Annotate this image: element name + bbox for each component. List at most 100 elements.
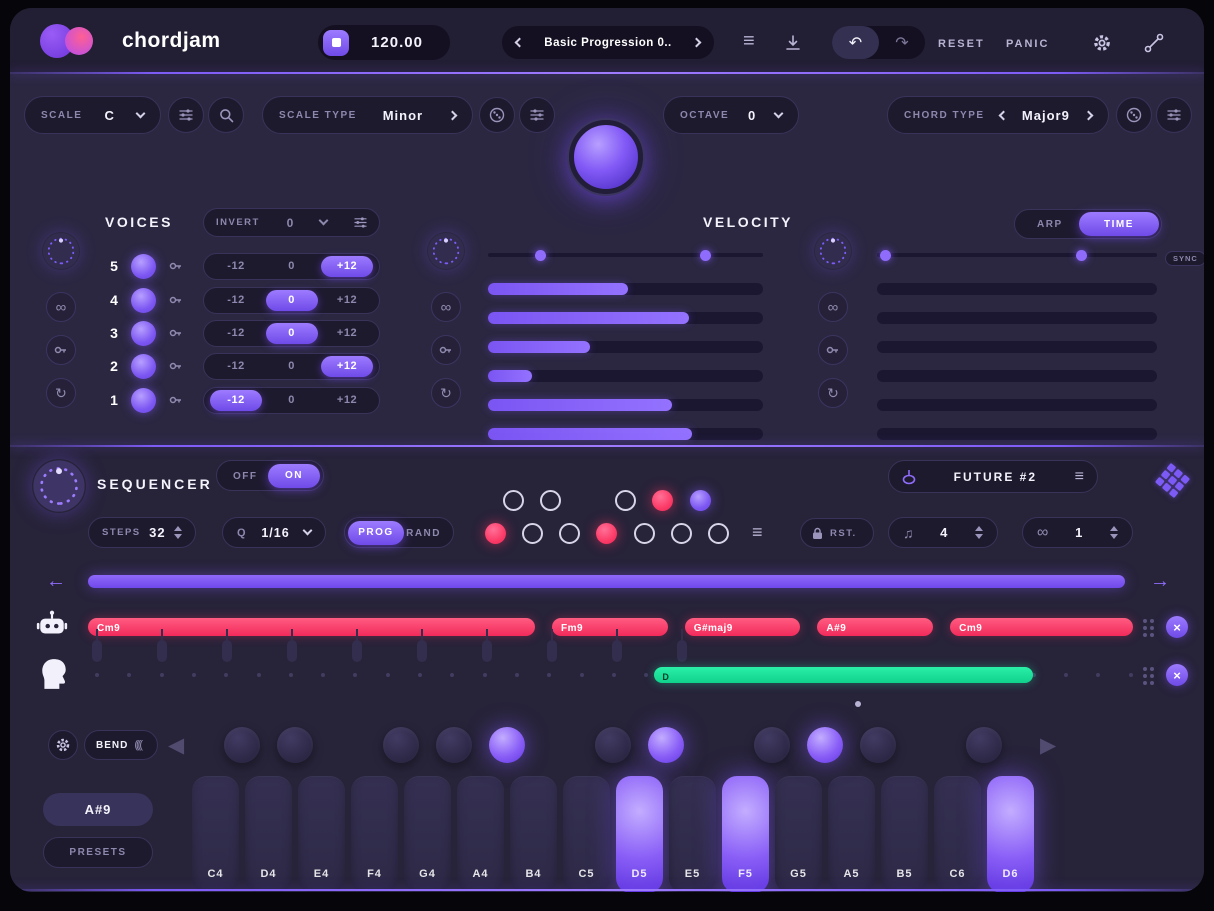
octave-option[interactable]: -12 [210,389,262,411]
on-option[interactable]: ON [268,463,320,488]
chord-block[interactable]: Cm9 [950,618,1133,636]
voice-toggle[interactable] [131,320,156,346]
piano-key-A5[interactable]: A5 [828,776,875,892]
sequencer-preset-selector[interactable]: FUTURE #2 ≡ [888,460,1098,493]
chord-track-clear-button[interactable]: × [1166,616,1188,638]
chord-block[interactable]: G#maj9 [684,618,800,636]
stepper-icon[interactable] [974,526,983,539]
undo-button[interactable]: ↶ [832,26,879,59]
stepper-icon[interactable] [174,526,182,539]
timeline-zoom-bar[interactable] [88,575,1125,588]
octave-option[interactable]: -12 [210,323,262,344]
rate-stepper[interactable]: ♫ 4 [888,517,998,548]
loop-stepper[interactable]: ∞ 1 [1022,517,1133,548]
black-key-C#4[interactable] [224,727,260,763]
reset-button[interactable]: RESET [938,38,985,50]
scale-filter-button[interactable] [168,97,204,133]
voices-lock-key-button[interactable] [46,335,76,365]
robot-icon[interactable] [36,609,68,641]
piano-key-G5[interactable]: G5 [775,776,822,892]
redo-button[interactable]: ↷ [879,33,925,53]
chord-block[interactable]: Fm9 [551,618,668,636]
piano-key-G4[interactable]: G4 [404,776,451,892]
settings-gear-icon[interactable] [1092,33,1112,53]
presets-button[interactable]: PRESETS [43,837,153,868]
octave-option[interactable]: -12 [210,290,262,311]
scale-random-button[interactable] [479,97,515,133]
velocity-bar[interactable] [488,312,763,324]
piano-key-C5[interactable]: C5 [563,776,610,892]
arp-bar[interactable] [877,341,1157,353]
black-key-G#4[interactable] [436,727,472,763]
voice-toggle[interactable] [131,253,156,279]
octave-option[interactable]: 0 [265,289,318,311]
arp-lock-key-button[interactable] [818,335,848,365]
arp-amount-knob[interactable] [814,232,852,270]
rand-option[interactable]: RAND [406,528,441,539]
chord-block[interactable]: A#9 [817,618,934,636]
octave-option[interactable]: -12 [210,256,262,277]
octave-option[interactable]: 0 [265,322,318,344]
voices-amount-knob[interactable] [42,232,80,270]
scale-settings-button[interactable] [519,97,555,133]
black-key-F#5[interactable] [754,727,790,763]
octave-option[interactable]: +12 [321,355,373,377]
octave-option[interactable]: -12 [210,356,262,377]
black-key-D#4[interactable] [277,727,313,763]
master-knob[interactable] [569,120,643,194]
black-key-G#5[interactable] [807,727,843,763]
velocity-bar[interactable] [488,283,763,295]
octave-option[interactable]: +12 [321,290,373,311]
preset-name[interactable]: Basic Progression 0.. [544,37,671,49]
bpm-value[interactable]: 120.00 [349,34,445,51]
piano-key-A4[interactable]: A4 [457,776,504,892]
chord-type-selector[interactable]: CHORD TYPE Major9 [887,96,1109,134]
chord-random-button[interactable] [1116,97,1152,133]
octave-option[interactable]: +12 [321,390,373,411]
panic-button[interactable]: PANIC [1006,38,1049,50]
menu-icon[interactable]: ≡ [743,30,755,53]
chevron-right-icon[interactable] [691,37,702,48]
bend-button[interactable]: BEND (((( [84,730,158,760]
arp-bar[interactable] [877,283,1157,295]
voice-octave-segment[interactable]: -12 0 +12 [203,386,380,414]
arp-bar[interactable] [877,370,1157,382]
arp-bar[interactable] [877,428,1157,440]
piano-key-E4[interactable]: E4 [298,776,345,892]
chord-track-drag-handle[interactable] [1143,619,1154,637]
piano-key-D6[interactable]: D6 [987,776,1034,892]
velocity-amount-knob[interactable] [427,232,465,270]
arp-infinity-button[interactable]: ∞ [818,292,848,322]
bend-settings-button[interactable] [48,730,78,760]
scroll-right-arrow[interactable]: → [1150,570,1170,593]
prog-option[interactable]: PROG [348,520,404,545]
chevron-left-icon[interactable] [998,110,1009,120]
scale-type-selector[interactable]: SCALE TYPE Minor [262,96,473,134]
piano-key-C6[interactable]: C6 [934,776,981,892]
arp-time-toggle[interactable]: ARP TIME [1014,209,1162,239]
octave-option[interactable]: 0 [266,390,318,411]
velocity-bar[interactable] [488,341,763,353]
chevron-right-icon[interactable] [447,110,458,120]
velocity-infinity-button[interactable]: ∞ [431,292,461,322]
octave-option[interactable]: 0 [266,256,318,277]
preset-menu-icon[interactable]: ≡ [1075,468,1084,486]
voice-octave-segment[interactable]: -12 0 +12 [203,352,380,380]
piano-key-D4[interactable]: D4 [245,776,292,892]
octave-option[interactable]: +12 [321,255,373,277]
black-key-C#5[interactable] [595,727,631,763]
melody-track-drag-handle[interactable] [1143,667,1154,685]
octave-selector[interactable]: OCTAVE 0 [663,96,799,134]
voice-toggle[interactable] [131,387,156,413]
scale-search-button[interactable] [208,97,244,133]
head-icon[interactable] [40,658,68,690]
invert-selector[interactable]: INVERT 0 [203,208,380,237]
keyboard-right-arrow[interactable]: ▶ [1040,733,1056,758]
melody-block[interactable]: D [654,667,1033,683]
tap-tempo-button[interactable] [323,29,349,56]
reset-lock-button[interactable]: RST. [800,518,874,548]
velocity-range-slider[interactable] [488,253,763,257]
voices-reset-button[interactable]: ↻ [46,378,76,408]
black-key-C#6[interactable] [966,727,1002,763]
black-key-A#5[interactable] [860,727,896,763]
